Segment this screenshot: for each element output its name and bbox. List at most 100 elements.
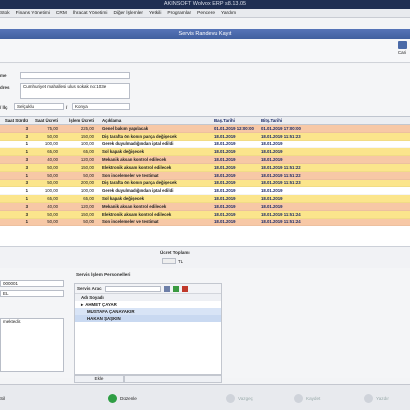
type-field[interactable]: EL <box>0 290 64 297</box>
table-cell: 18.01.2019 <box>261 141 283 147</box>
table-cell: Diş tarafta ön konın parça değişecek <box>102 180 177 186</box>
cari-button[interactable]: Cari <box>394 41 410 61</box>
menu-programlar[interactable]: Programlar <box>167 11 191 16</box>
table-cell: 150,00 <box>80 211 94 217</box>
table-cell: 3 <box>25 133 28 139</box>
table-cell: 40,00 <box>47 157 58 163</box>
duzenle-button[interactable]: Düzenle <box>108 392 137 404</box>
menu-pencere[interactable]: Pencere <box>197 11 215 16</box>
menu-stok[interactable]: Stok <box>0 11 10 16</box>
district-field[interactable]: Selçuklu <box>14 103 64 110</box>
table-cell: 50,00 <box>47 211 58 217</box>
yazdir-icon <box>364 393 373 403</box>
menu-crm[interactable]: CRM <box>56 11 67 16</box>
table-row[interactable]: 3 50,00 150,00 Elektronik aksam kontrol edi… <box>0 163 410 172</box>
table-cell: 18.01.2019 11:51:23 <box>261 180 301 186</box>
menu-ihracat[interactable]: İhracat Yönetimi <box>73 11 108 16</box>
menu-diger[interactable]: Diğer İşlemler <box>113 11 143 16</box>
kaydet-button[interactable]: Kaydet <box>294 392 320 404</box>
table-cell: 50,00 <box>83 219 94 225</box>
table-cell: 50,00 <box>47 219 58 225</box>
duzenle-label: Düzenle <box>120 395 137 401</box>
staff-search-field[interactable] <box>104 285 161 292</box>
address-label: dres <box>0 85 10 90</box>
col-aciklama[interactable]: Açıklama <box>96 118 212 123</box>
table-row[interactable]: 1 100,00 100,00 Gerek duyulmadığından iptal… <box>0 140 410 149</box>
staff-toolbar: Servis Arac <box>75 284 221 294</box>
table-cell: 18.01.2019 11:51:22 <box>261 164 301 170</box>
table-cell: 50,00 <box>47 164 58 170</box>
col-bit-tarihi[interactable]: Bitş.Tarihi <box>259 118 319 123</box>
code-field[interactable]: 000001 <box>0 280 64 287</box>
table-row[interactable]: 1 50,00 50,00 Son incelemeler ve testimat 18… <box>0 171 410 180</box>
col-bas-tarihi[interactable]: Baş.Tarihi <box>212 118 259 123</box>
table-cell: 1 <box>25 149 28 155</box>
col-saat-surdu[interactable]: Saat Sürdü <box>0 118 30 123</box>
table-row[interactable]: 1 50,00 50,00 Son incelemeler ve testimat 18… <box>0 218 410 227</box>
table-cell: 150,00 <box>80 164 94 170</box>
address-field[interactable]: Cumhuriyet mahallesi ulus sokak no:103e <box>20 83 130 99</box>
note-field[interactable]: mektedir. <box>0 318 64 372</box>
table-cell: Gerek duyulmadığından iptal edildi <box>102 141 174 147</box>
staff-remove-icon[interactable] <box>181 285 188 292</box>
table-cell: Gerek duyulmadığından iptal edildi <box>102 188 174 194</box>
window-title: Servis Randevu Kayıt <box>0 29 410 39</box>
table-cell: Sol kapak değişecek <box>102 149 145 155</box>
table-cell: 65,00 <box>83 149 94 155</box>
staff-title: Servis İşlem Personelleri <box>76 272 131 277</box>
table-row[interactable]: 1 65,00 65,00 Sol kapak değişecek 18.01.2019… <box>0 148 410 157</box>
table-cell: 18.01.2019 <box>214 141 236 147</box>
table-row[interactable]: 3 50,00 150,00 Diş tarafta ön konın parça d… <box>0 132 410 141</box>
table-row[interactable]: 3 50,00 150,00 Elektronik aksam kontrol edi… <box>0 210 410 219</box>
table-row[interactable]: 1 65,00 65,00 Sol kapak değişecek 18.01.2019… <box>0 195 410 203</box>
yazdir-button[interactable]: Yazdır <box>364 392 389 404</box>
table-cell: 18.01.2019 <box>214 133 236 139</box>
table-cell: 65,00 <box>47 149 58 155</box>
kaydet-label: Kaydet <box>306 395 321 401</box>
service-grid: Saat Sürdü Saat Ücreti İşlem Ücreti Açık… <box>0 116 410 246</box>
staff-item[interactable]: ▸ AHMET ÇAYAR <box>75 301 221 308</box>
col-islem-ucreti[interactable]: İşlem Ücreti <box>60 118 96 123</box>
menu-yetkili[interactable]: Yetkili <box>149 11 161 16</box>
customer-form: me dres Cumhuriyet mahallesi ulus sokak … <box>0 64 410 116</box>
sil-button[interactable]: Sil <box>0 392 5 404</box>
col-saat-ucreti[interactable]: Saat Ücreti <box>30 118 60 123</box>
table-row[interactable]: 3 50,00 200,00 Diş tarafta ön konın parça d… <box>0 179 410 188</box>
table-cell: 01.01.2019 17:00:00 <box>261 125 301 131</box>
staff-column-header: Adı Soyadı <box>75 294 221 301</box>
table-cell: 18.01.2019 <box>214 196 236 202</box>
total-field <box>162 258 176 264</box>
sil-label: Sil <box>0 395 6 401</box>
table-cell: 150,00 <box>80 133 94 139</box>
duzenle-icon <box>108 393 117 403</box>
table-row[interactable]: 1 100,00 100,00 Gerek duyulmadığından iptal… <box>0 187 410 196</box>
table-cell: 18.01.2019 11:51:23 <box>261 133 301 139</box>
staff-item[interactable]: MUSTAFA ÇANAYAKIR <box>75 308 221 315</box>
table-row[interactable]: 3 40,00 120,00 Mekanik aksan kontrol edilec… <box>0 156 410 164</box>
table-row[interactable]: 3 40,00 120,00 Mekanik aksan kontrol edilec… <box>0 202 410 211</box>
table-cell: 18.01.2019 <box>214 172 236 178</box>
vazgec-button[interactable]: Vazgeç <box>226 392 253 404</box>
table-cell: 18.01.2019 <box>261 149 283 155</box>
table-cell: 18.01.2019 <box>261 196 283 202</box>
menu-yardim[interactable]: Yardım <box>221 11 236 16</box>
city-field[interactable]: Konya <box>72 103 130 110</box>
city-value: Konya <box>75 104 88 109</box>
table-cell: 100,00 <box>44 141 58 147</box>
name-field[interactable] <box>20 72 130 79</box>
menu-finans[interactable]: Finans Yönetimi <box>16 11 50 16</box>
vazgec-icon <box>226 393 235 403</box>
staff-item[interactable]: HAKAN ŞAŞKIN <box>75 315 221 322</box>
kaydet-icon <box>294 393 303 403</box>
table-cell: 50,00 <box>83 172 94 178</box>
slash-separator: / <box>66 105 68 110</box>
staff-add-icon[interactable] <box>172 285 179 292</box>
table-cell: Sol kapak değişecek <box>102 196 145 202</box>
staff-name: AHMET ÇAYAR <box>85 302 117 307</box>
staff-edit-icon[interactable] <box>163 285 170 292</box>
table-cell: 01.01.2019 12:00:00 <box>214 125 254 131</box>
menu-bar: Stok Finans Yönetimi CRM İhracat Yönetim… <box>0 9 410 18</box>
ekle-button[interactable]: Ekle <box>74 375 124 383</box>
table-cell: Son incelemeler ve testimat <box>102 219 159 225</box>
table-row[interactable]: 3 75,00 225,00 Genel bakım yapılacak 01.01.2… <box>0 125 410 133</box>
